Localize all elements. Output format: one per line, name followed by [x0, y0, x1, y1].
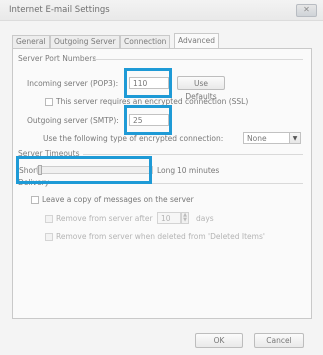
timeout-slider[interactable]	[37, 165, 153, 175]
email-settings-dialog: Internet E-mail Settings ✕ General Outgo…	[0, 0, 323, 355]
group-divider	[83, 154, 303, 155]
days-label: days	[196, 214, 214, 223]
remove-after-days-input[interactable]: 10	[157, 212, 181, 224]
tab-advanced[interactable]: Advanced	[174, 33, 220, 49]
remove-after-label: Remove from server after	[56, 214, 153, 223]
server-timeouts-group-title: Server Timeouts	[18, 149, 80, 158]
slider-thumb[interactable]	[38, 165, 42, 175]
timeout-long-label: Long	[157, 166, 176, 175]
tab-connection[interactable]: Connection	[120, 35, 171, 48]
close-button[interactable]: ✕	[296, 4, 317, 17]
window-title: Internet E-mail Settings	[9, 5, 110, 15]
timeout-value: 10 minutes	[177, 166, 220, 175]
advanced-panel: Server Port Numbers Incoming server (POP…	[12, 48, 312, 319]
ssl-checkbox[interactable]	[45, 98, 53, 106]
server-ports-group-title: Server Port Numbers	[18, 54, 97, 63]
encryption-type-value: None	[247, 134, 267, 143]
encryption-type-select[interactable]: None ▼	[243, 132, 301, 144]
group-divider	[93, 59, 303, 60]
ssl-label: This server requires an encrypted connec…	[56, 97, 249, 106]
cancel-button[interactable]: Cancel	[254, 333, 304, 348]
leave-copy-checkbox[interactable]	[31, 196, 39, 204]
ok-button[interactable]: OK	[195, 333, 243, 348]
delivery-group-title: Delivery	[18, 178, 50, 187]
incoming-server-label: Incoming server (POP3):	[27, 79, 119, 88]
encryption-type-label: Use the following type of encrypted conn…	[43, 134, 224, 143]
tab-outgoing-server[interactable]: Outgoing Server	[50, 35, 120, 48]
days-spinner[interactable]: ▲ ▼	[181, 212, 189, 224]
remove-deleted-checkbox[interactable]	[45, 233, 53, 241]
use-defaults-button[interactable]: Use Defaults	[177, 76, 225, 101]
leave-copy-label: Leave a copy of messages on the server	[42, 195, 194, 204]
group-divider	[51, 183, 303, 184]
close-icon: ✕	[303, 5, 310, 14]
remove-after-checkbox[interactable]	[45, 215, 53, 223]
remove-deleted-label: Remove from server when deleted from 'De…	[56, 232, 265, 241]
outgoing-port-input[interactable]: 25	[129, 114, 169, 126]
outgoing-server-label: Outgoing server (SMTP):	[27, 116, 119, 125]
incoming-port-input[interactable]: 110	[129, 77, 169, 89]
title-bar: Internet E-mail Settings ✕	[0, 0, 323, 21]
chevron-down-icon[interactable]: ▼	[289, 132, 301, 144]
tab-general[interactable]: General	[12, 35, 50, 48]
